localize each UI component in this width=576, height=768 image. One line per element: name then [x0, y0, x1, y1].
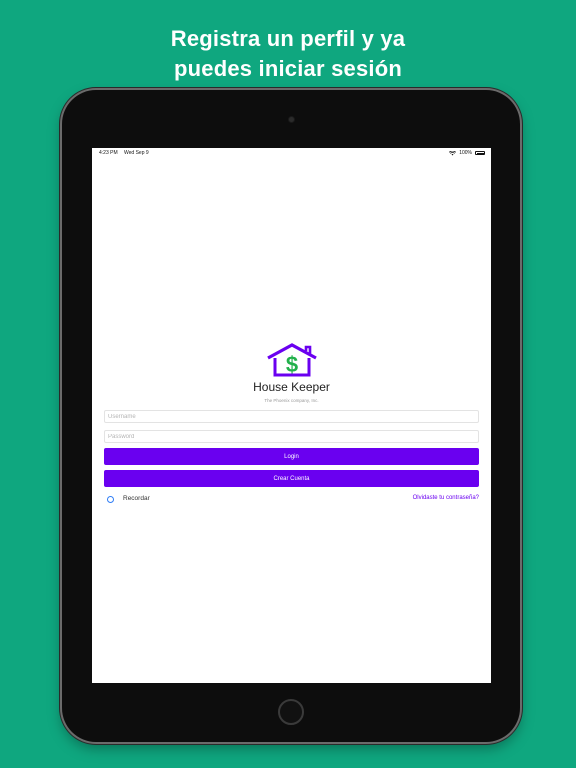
battery-percent: 100% [459, 150, 472, 156]
svg-text:$: $ [286, 352, 298, 377]
status-date: Wed Sep 9 [124, 150, 149, 156]
remember-radio[interactable] [107, 496, 114, 503]
promo-headline-line1: Registra un perfil y ya [170, 26, 406, 51]
wifi-icon [449, 150, 457, 155]
battery-icon [475, 151, 485, 155]
username-input[interactable] [104, 410, 479, 423]
company-name: The Phoenix company, Inc. [264, 398, 319, 403]
house-dollar-logo: $ [265, 343, 319, 377]
home-button[interactable] [278, 699, 304, 725]
promo-headline-line2: puedes iniciar sesión [174, 56, 402, 81]
tablet-frame: 4:23 PM Wed Sep 9 100% $ House Keeper Th… [62, 90, 520, 742]
login-button[interactable]: Login [104, 448, 479, 465]
app-title: House Keeper [253, 380, 330, 394]
promo-headline: Registra un perfil y ya puedes iniciar s… [0, 24, 576, 84]
remember-label: Recordar [123, 495, 150, 502]
house-logo-icon: $ [267, 343, 317, 377]
app-screen: 4:23 PM Wed Sep 9 100% $ House Keeper Th… [92, 148, 491, 683]
forgot-password-link[interactable]: Olvidaste tu contraseña? [413, 495, 479, 501]
password-input[interactable] [104, 430, 479, 443]
camera-icon [289, 117, 294, 122]
status-time: 4:23 PM [99, 150, 118, 156]
status-bar: 4:23 PM Wed Sep 9 100% [92, 148, 491, 158]
create-account-button[interactable]: Crear Cuenta [104, 470, 479, 487]
